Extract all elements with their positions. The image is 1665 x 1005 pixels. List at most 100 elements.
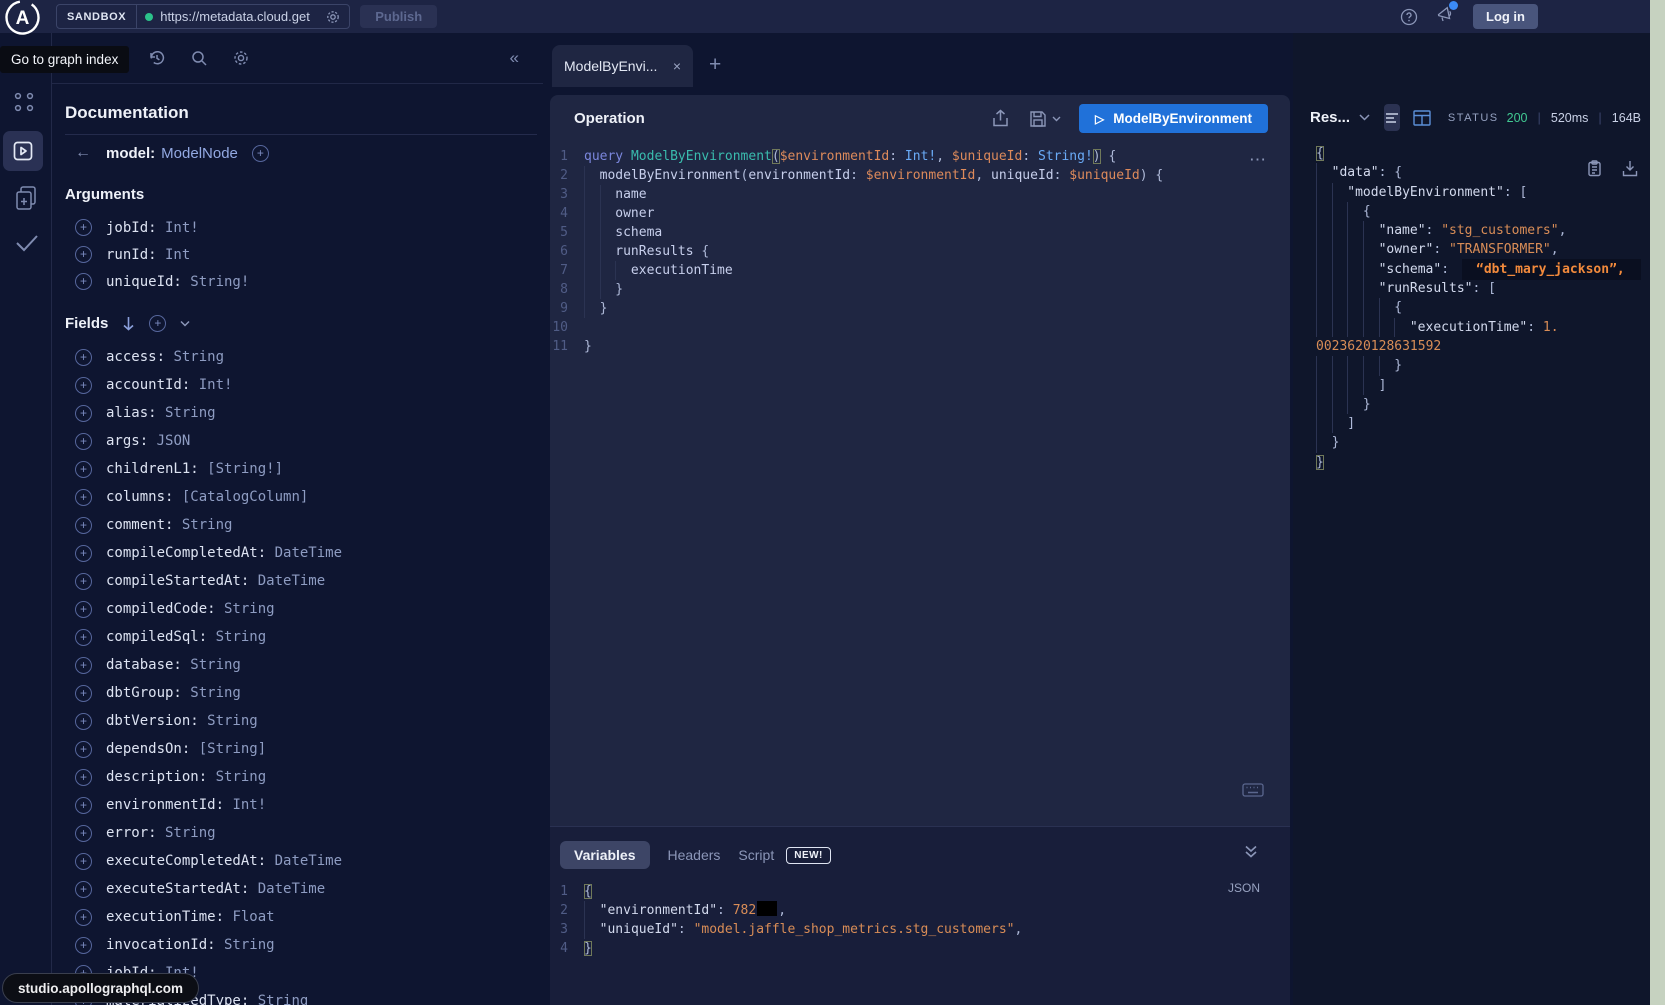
field-row[interactable]: +executionTime: Float [52,903,543,931]
tab-script[interactable]: Script [738,847,774,863]
add-field-icon[interactable]: + [75,825,92,842]
argument-row[interactable]: +uniqueId: String! [52,268,543,295]
add-field-icon[interactable]: + [75,601,92,618]
share-icon[interactable] [992,109,1009,128]
field-row[interactable]: +accountId: Int! [52,371,543,399]
field-type: DateTime [249,573,325,589]
field-row[interactable]: +dependsOn: [String] [52,735,543,763]
add-field-icon[interactable]: + [75,573,92,590]
raw-view-toggle[interactable] [1384,104,1400,131]
collapse-panel-icon[interactable]: « [510,48,517,68]
response-dropdown-chevron-icon[interactable] [1359,114,1370,121]
separator: | [1537,110,1540,125]
add-field-icon[interactable]: + [75,433,92,450]
field-row[interactable]: +environmentId: Int! [52,791,543,819]
add-field-icon[interactable]: + [75,713,92,730]
history-icon[interactable] [148,49,166,67]
save-icon[interactable] [1029,110,1047,128]
add-field-icon[interactable]: + [75,881,92,898]
table-view-toggle[interactable] [1413,110,1431,126]
add-field-icon[interactable]: + [75,769,92,786]
endpoint-url-box[interactable]: https://metadata.cloud.get [137,5,349,28]
keyboard-shortcuts-icon[interactable] [1242,783,1264,802]
variables-editor[interactable]: 1{2"environmentId": 782,3"uniqueId": "mo… [550,882,1290,958]
download-response-icon[interactable] [1622,160,1638,177]
add-field-icon[interactable]: + [75,629,92,646]
add-field-icon[interactable]: + [75,685,92,702]
editor-more-menu-icon[interactable]: ⋯ [1249,150,1266,170]
back-arrow-icon[interactable]: ← [75,144,91,162]
add-field-icon[interactable]: + [75,657,92,674]
run-operation-button[interactable]: ▷ ModelByEnvironment [1079,104,1268,133]
field-row[interactable]: +invocationId: String [52,931,543,959]
add-field-icon[interactable]: + [75,797,92,814]
code-line: "executionTime": 1. [1316,318,1650,337]
query-editor[interactable]: ⋯ 1query ModelByEnvironment($environment… [550,142,1290,356]
add-field-icon[interactable]: + [75,853,92,870]
field-row[interactable]: +database: String [52,651,543,679]
add-field-icon[interactable]: + [75,545,92,562]
field-row[interactable]: +dbtVersion: String [52,707,543,735]
field-row[interactable]: +childrenL1: [String!] [52,455,543,483]
add-field-icon[interactable]: + [75,909,92,926]
field-row[interactable]: +alias: String [52,399,543,427]
add-all-fields-icon[interactable]: + [149,315,166,332]
new-tab-button[interactable]: + [709,53,721,77]
field-row[interactable]: +compileCompletedAt: DateTime [52,539,543,567]
breadcrumb-type-link[interactable]: ModelNode [161,145,238,162]
endpoint-settings-gear-icon[interactable] [325,9,341,25]
help-icon[interactable] [1400,8,1418,26]
add-field-icon[interactable]: + [75,377,92,394]
tab-headers[interactable]: Headers [668,847,721,863]
field-row[interactable]: +executeStartedAt: DateTime [52,875,543,903]
field-row[interactable]: +comment: String [52,511,543,539]
argument-row[interactable]: +jobId: Int! [52,214,543,241]
explorer-nav-item[interactable] [3,131,43,171]
field-row[interactable]: +dbtGroup: String [52,679,543,707]
save-dropdown-chevron-icon[interactable] [1052,116,1061,122]
status-code: 200 [1507,111,1528,125]
add-field-icon[interactable]: + [75,273,92,290]
field-row[interactable]: +executeCompletedAt: DateTime [52,847,543,875]
graph-index-icon[interactable] [11,89,37,115]
login-button[interactable]: Log in [1473,4,1538,29]
add-field-icon[interactable]: + [75,219,92,236]
copy-response-icon[interactable] [1587,160,1602,177]
add-field-icon[interactable]: + [75,405,92,422]
tab-close-icon[interactable]: × [665,58,681,74]
field-row[interactable]: +args: JSON [52,427,543,455]
field-row[interactable]: +access: String [52,343,543,371]
publish-button[interactable]: Publish [360,5,437,28]
add-field-icon[interactable]: + [75,741,92,758]
code-line: 5schema [550,223,1290,242]
checks-nav-item[interactable] [13,231,40,255]
add-field-icon[interactable]: + [75,246,92,263]
field-row[interactable]: +compileStartedAt: DateTime [52,567,543,595]
field-row[interactable]: +columns: [CatalogColumn] [52,483,543,511]
apollo-logo[interactable]: A [3,0,42,37]
add-field-icon[interactable]: + [75,349,92,366]
chevron-down-icon[interactable] [180,320,190,327]
add-field-icon[interactable]: + [75,937,92,954]
tab-variables[interactable]: Variables [560,841,650,869]
line-number: 4 [550,204,584,223]
field-row[interactable]: +compiledSql: String [52,623,543,651]
search-icon[interactable] [190,49,208,67]
endpoint-url[interactable]: https://metadata.cloud.get [160,9,318,24]
field-name: dbtGroup: [106,685,182,701]
field-row[interactable]: +error: String [52,819,543,847]
settings-gear-icon[interactable] [232,49,250,67]
operation-header: Operation [550,95,1290,142]
add-field-icon[interactable]: + [75,489,92,506]
operation-tab[interactable]: ModelByEnvi... × [552,45,693,87]
add-field-icon[interactable]: + [75,517,92,534]
add-to-query-icon[interactable]: + [252,145,269,162]
announcements-icon[interactable] [1436,5,1455,28]
argument-row[interactable]: +runId: Int [52,241,543,268]
field-row[interactable]: +description: String [52,763,543,791]
add-field-icon[interactable]: + [75,461,92,478]
collapse-section-icon[interactable] [1244,845,1258,863]
schema-nav-item[interactable] [12,183,40,213]
field-row[interactable]: +compiledCode: String [52,595,543,623]
sort-arrow-icon[interactable] [122,316,135,331]
